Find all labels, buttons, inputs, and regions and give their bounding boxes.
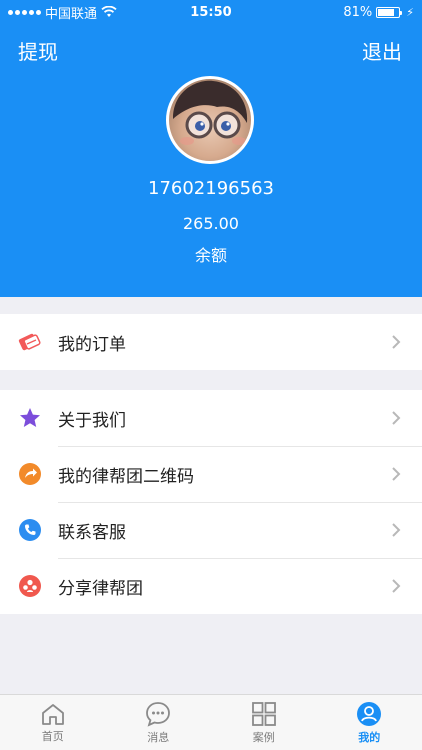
order-icon bbox=[18, 330, 42, 354]
tab-label: 案例 bbox=[252, 730, 275, 744]
share-people-icon bbox=[18, 574, 42, 598]
battery-percent: 81% bbox=[343, 4, 373, 20]
tab-label: 我的 bbox=[358, 730, 381, 744]
share-arrow-icon bbox=[18, 462, 42, 486]
balance-label: 余额 bbox=[194, 246, 227, 265]
user-phone: 17602196563 bbox=[148, 178, 274, 199]
tab-mine[interactable]: 我的 bbox=[317, 695, 422, 750]
chevron-right-icon bbox=[384, 518, 408, 542]
menu-item-qrcode[interactable]: 我的律帮团二维码 bbox=[0, 446, 422, 502]
balance-value: 265.00 bbox=[183, 214, 239, 233]
grid-icon bbox=[251, 701, 276, 726]
home-icon bbox=[41, 703, 64, 725]
menu-item-label: 我的订单 bbox=[58, 334, 126, 355]
charging-icon: ⚡ bbox=[406, 5, 414, 19]
star-icon bbox=[18, 406, 42, 430]
orders-group: 我的订单 bbox=[0, 314, 422, 370]
chevron-right-icon bbox=[384, 330, 408, 354]
status-right: 81% ⚡ bbox=[343, 0, 414, 24]
avatar[interactable] bbox=[166, 76, 254, 164]
chevron-right-icon bbox=[384, 406, 408, 430]
user-icon bbox=[357, 701, 382, 726]
phone-icon bbox=[18, 518, 42, 542]
tab-home[interactable]: 首页 bbox=[0, 695, 106, 750]
chevron-right-icon bbox=[384, 462, 408, 486]
tab-label: 消息 bbox=[147, 730, 170, 744]
menu-item-label: 联系客服 bbox=[58, 522, 126, 543]
withdraw-button[interactable]: 提现 bbox=[18, 36, 58, 65]
logout-button[interactable]: 退出 bbox=[362, 36, 402, 65]
tab-bar: 首页 消息 案例 我的 bbox=[0, 694, 422, 750]
tab-cases[interactable]: 案例 bbox=[211, 695, 317, 750]
battery-icon bbox=[376, 6, 403, 18]
chat-icon bbox=[146, 701, 171, 727]
menu-item-label: 分享律帮团 bbox=[58, 578, 143, 599]
menu-item-about[interactable]: 关于我们 bbox=[0, 390, 422, 446]
menu-item-orders[interactable]: 我的订单 bbox=[0, 314, 422, 370]
menu-item-label: 关于我们 bbox=[58, 410, 126, 431]
status-bar: 中国联通 15:50 81% ⚡ bbox=[0, 0, 422, 24]
tab-label: 首页 bbox=[41, 729, 64, 743]
menu-item-contact[interactable]: 联系客服 bbox=[0, 502, 422, 558]
avatar-image bbox=[173, 80, 248, 145]
tab-messages[interactable]: 消息 bbox=[106, 695, 212, 750]
profile-header: 中国联通 15:50 81% ⚡ 提现 退出 17602196563 265.0… bbox=[0, 0, 422, 297]
battery-fill bbox=[378, 8, 395, 16]
chevron-right-icon bbox=[384, 574, 408, 598]
menu-item-label: 我的律帮团二维码 bbox=[58, 466, 194, 487]
menu-item-share[interactable]: 分享律帮团 bbox=[0, 558, 422, 614]
info-group: 关于我们 我的律帮团二维码 联系客服 分享律帮团 bbox=[0, 390, 422, 614]
